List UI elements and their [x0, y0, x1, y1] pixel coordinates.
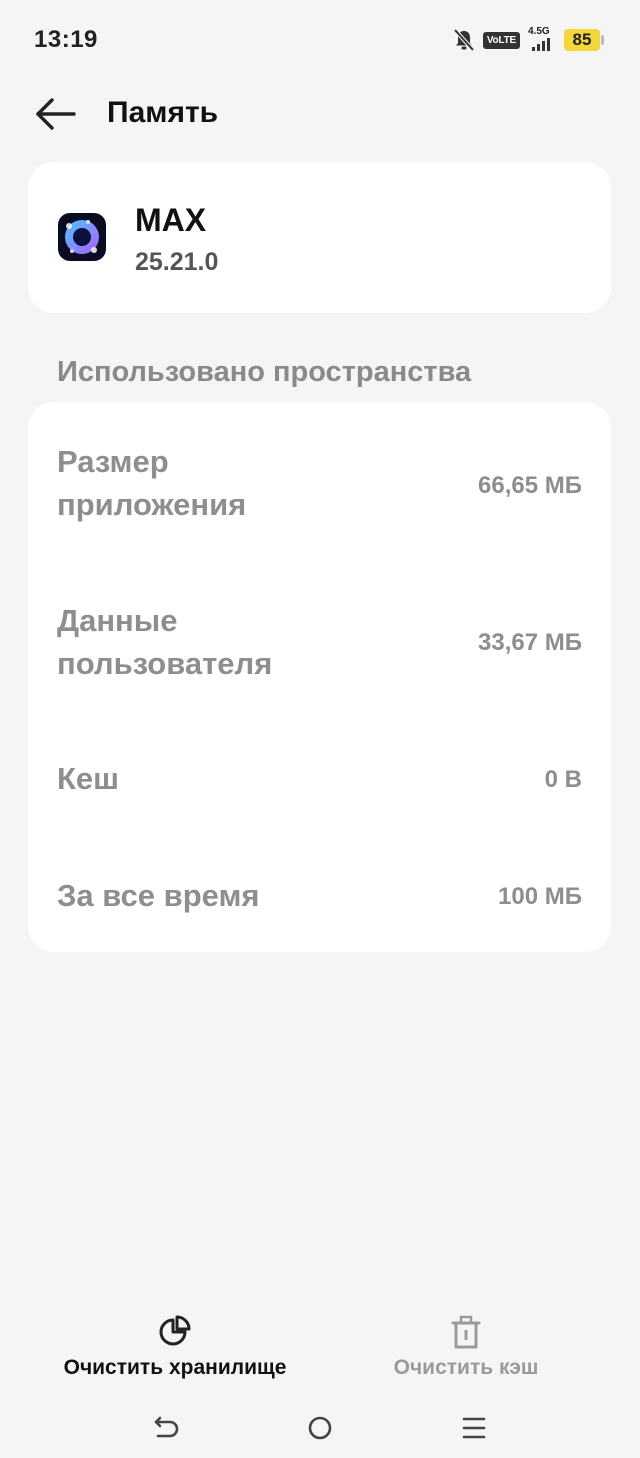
undo-arrow-icon [154, 1416, 179, 1438]
app-icon [58, 213, 106, 261]
storage-row-app-size: Размер приложения 66,65 МБ [28, 440, 611, 530]
volte-badge: VoLTE [482, 31, 520, 49]
row-value: 0 B [544, 766, 582, 793]
status-time: 13:19 [34, 26, 98, 53]
signal-icon: 4.5G [528, 26, 556, 53]
battery-icon: 85 [564, 29, 604, 51]
section-title: Использовано пространства [57, 356, 472, 388]
storage-row-user-data: Данные пользователя 33,67 МБ [28, 599, 611, 689]
back-button[interactable] [34, 94, 80, 134]
app-version: 25.21.0 [135, 248, 219, 276]
pie-chart-icon [159, 1315, 191, 1346]
status-bar: 13:19 VoLTE 4.5G 85 [0, 0, 640, 80]
storage-row-total: За все время 100 МБ [28, 874, 611, 924]
page-title: Память [107, 96, 219, 129]
row-label: Кеш [57, 761, 119, 796]
storage-usage-card: Размер приложения 66,65 МБ Данные пользо… [28, 402, 611, 952]
row-value: 100 МБ [498, 883, 582, 910]
app-name: MAX [135, 202, 207, 238]
network-type: 4.5G [528, 26, 550, 37]
arrow-left-icon [36, 98, 76, 130]
clear-storage-button[interactable]: Очистить хранилище [25, 1310, 325, 1390]
app-header: Память [0, 80, 640, 150]
bell-muted-icon [453, 28, 475, 52]
app-info-card: MAX 25.21.0 [28, 162, 611, 313]
circle-home-icon [308, 1416, 332, 1440]
storage-row-cache: Кеш 0 B [28, 757, 611, 807]
system-nav-bar [0, 1400, 640, 1458]
status-icons: VoLTE 4.5G 85 [453, 26, 604, 53]
menu-lines-icon [462, 1417, 486, 1439]
nav-back-button[interactable] [146, 1408, 186, 1448]
row-value: 33,67 МБ [478, 629, 582, 656]
row-value: 66,65 МБ [478, 472, 582, 499]
battery-level: 85 [564, 29, 600, 51]
row-label: Данные пользователя [57, 603, 273, 681]
row-label: За все время [57, 878, 260, 913]
clear-cache-label: Очистить кэш [393, 1356, 539, 1379]
row-label: Размер приложения [57, 444, 247, 522]
nav-recents-button[interactable] [454, 1408, 494, 1448]
nav-home-button[interactable] [300, 1408, 340, 1448]
trash-icon [451, 1315, 481, 1349]
clear-storage-label: Очистить хранилище [63, 1356, 287, 1379]
clear-cache-button[interactable]: Очистить кэш [316, 1310, 616, 1390]
